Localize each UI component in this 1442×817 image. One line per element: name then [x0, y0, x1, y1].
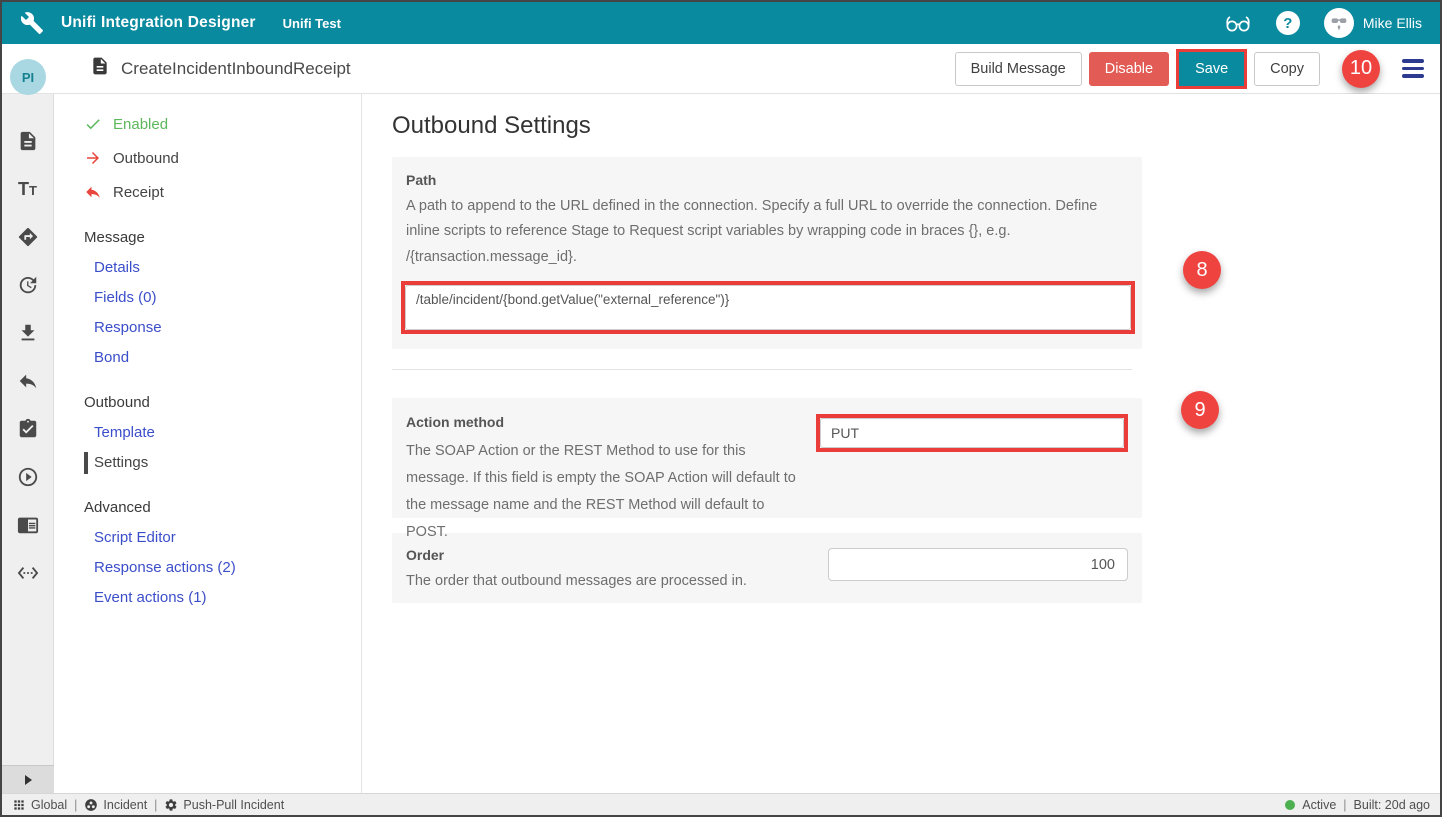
build-message-button[interactable]: Build Message — [955, 52, 1082, 86]
message-nav: Enabled Outbound Receipt Message Details… — [54, 94, 362, 793]
process-label: Push-Pull Incident — [183, 798, 284, 812]
nav-link-response-actions[interactable]: Response actions (2) — [84, 559, 361, 577]
task-check-icon[interactable] — [2, 405, 53, 453]
integration-label: Incident — [103, 798, 147, 812]
page-title: Outbound Settings — [392, 112, 1440, 140]
integration-icon — [84, 798, 98, 812]
nav-link-details[interactable]: Details — [84, 259, 361, 277]
action-method-panel: Action method The SOAP Action or the RES… — [392, 398, 1142, 518]
action-method-annotation-box — [816, 414, 1128, 452]
check-icon — [84, 115, 102, 133]
nav-item-label: Outbound — [113, 150, 179, 167]
nav-link-script-editor[interactable]: Script Editor — [84, 529, 361, 547]
sidebar-collapse-toggle[interactable] — [2, 765, 54, 793]
path-label: Path — [392, 172, 1142, 188]
record-title: CreateIncidentInboundReceipt — [121, 59, 351, 79]
user-name: Mike Ellis — [1363, 15, 1422, 31]
annotation-badge-9: 9 — [1181, 391, 1219, 429]
built-label: Built: 20d ago — [1354, 798, 1430, 812]
order-label: Order — [406, 547, 828, 563]
download-icon[interactable] — [2, 309, 53, 357]
history-icon[interactable] — [2, 261, 53, 309]
directions-icon[interactable] — [2, 213, 53, 261]
nav-link-settings[interactable]: Settings — [84, 454, 361, 472]
nav-section-message: Message — [84, 229, 361, 247]
order-input[interactable] — [828, 548, 1128, 581]
play-circle-icon[interactable] — [2, 453, 53, 501]
expand-arrow-icon — [25, 775, 32, 785]
action-method-label: Action method — [406, 414, 796, 430]
menu-icon[interactable] — [1400, 55, 1426, 82]
record-header: CreateIncidentInboundReceipt Build Messa… — [2, 44, 1440, 94]
nav-item-label: Receipt — [113, 184, 164, 201]
apps-grid-icon — [12, 798, 26, 812]
scope-selector[interactable]: Global — [12, 798, 67, 812]
nav-item-outbound[interactable]: Outbound — [84, 148, 361, 168]
nav-link-event-actions[interactable]: Event actions (1) — [84, 589, 361, 607]
wrench-icon[interactable] — [20, 11, 44, 35]
scope-label: Global — [31, 798, 67, 812]
user-avatar — [1324, 8, 1354, 38]
separator: | — [74, 798, 77, 812]
app-window: Unifi Integration Designer Unifi Test ? — [0, 0, 1442, 817]
separator: | — [154, 798, 157, 812]
environment-label: Unifi Test — [283, 16, 341, 31]
arrow-right-icon — [84, 149, 102, 167]
reply-icon — [84, 183, 102, 201]
settings-form: Outbound Settings Path A path to append … — [362, 94, 1440, 793]
document-icon[interactable] — [2, 117, 53, 165]
copy-button[interactable]: Copy — [1254, 52, 1320, 86]
action-method-input[interactable] — [820, 418, 1124, 448]
reply-icon[interactable] — [2, 357, 53, 405]
save-annotation-box: Save — [1176, 49, 1247, 89]
nav-item-label: Enabled — [113, 116, 168, 133]
app-title: Unifi Integration Designer — [61, 14, 256, 32]
nav-item-enabled[interactable]: Enabled — [84, 114, 361, 134]
path-field-panel: Path A path to append to the URL defined… — [392, 157, 1142, 349]
nav-section-outbound: Outbound — [84, 394, 361, 412]
gear-icon — [164, 798, 178, 812]
save-button[interactable]: Save — [1179, 52, 1244, 86]
process-selector[interactable]: Push-Pull Incident — [164, 798, 284, 812]
annotation-badge-10: 10 — [1342, 50, 1380, 88]
code-icon[interactable] — [2, 549, 53, 597]
nav-link-fields[interactable]: Fields (0) — [84, 289, 361, 307]
active-status-icon — [1285, 800, 1295, 810]
document-icon — [90, 56, 110, 81]
nav-link-template[interactable]: Template — [84, 424, 361, 442]
path-description: A path to append to the URL defined in t… — [392, 194, 1122, 270]
path-annotation-box — [401, 281, 1135, 334]
section-divider — [392, 369, 1132, 370]
nav-link-response[interactable]: Response — [84, 319, 361, 337]
integration-selector[interactable]: Incident — [84, 798, 147, 812]
integration-avatar[interactable]: PI — [10, 59, 46, 95]
order-description: The order that outbound messages are pro… — [406, 569, 828, 594]
text-format-icon[interactable]: TT — [2, 165, 53, 213]
path-input[interactable] — [405, 285, 1131, 330]
nav-link-bond[interactable]: Bond — [84, 349, 361, 367]
separator: | — [1343, 798, 1346, 812]
reader-icon[interactable] — [2, 501, 53, 549]
active-indicator — [84, 452, 88, 474]
top-app-bar: Unifi Integration Designer Unifi Test ? — [2, 2, 1440, 44]
status-bar: Global | Incident | Push-Pull Incident A… — [2, 793, 1440, 815]
icon-sidebar: TT — [2, 94, 54, 793]
user-menu[interactable]: Mike Ellis — [1324, 8, 1422, 38]
active-status-label: Active — [1302, 798, 1336, 812]
nav-section-advanced: Advanced — [84, 499, 361, 517]
nav-item-receipt[interactable]: Receipt — [84, 182, 361, 202]
glasses-icon[interactable] — [1224, 10, 1252, 36]
annotation-badge-8: 8 — [1183, 251, 1221, 289]
action-method-description: The SOAP Action or the REST Method to us… — [406, 438, 796, 545]
disable-button[interactable]: Disable — [1089, 52, 1169, 86]
help-icon[interactable]: ? — [1276, 11, 1300, 35]
